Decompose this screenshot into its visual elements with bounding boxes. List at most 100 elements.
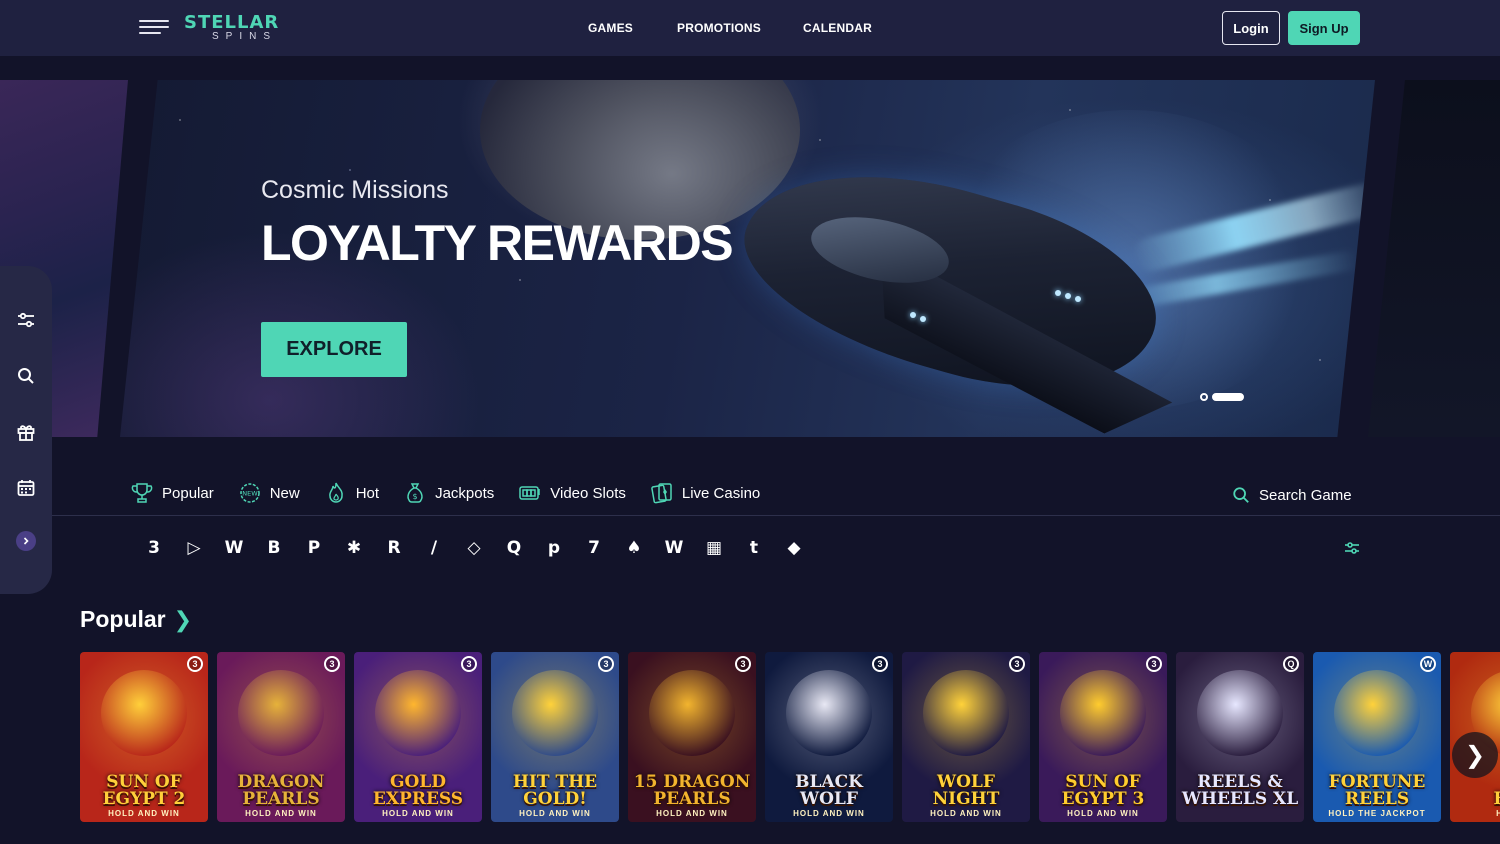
hamburger-menu-icon[interactable] [139,18,169,36]
provider-logo-icon[interactable]: Q [494,538,534,558]
tab-label: Video Slots [550,484,626,502]
provider-badge-icon: 3 [187,656,203,672]
provider-filter-row: 3 ▷ W B P ✱ R / ◇ Qp 7 ♠ W ▦ t ◆ [134,537,814,559]
cards-icon [650,481,674,505]
tab-label: Live Casino [681,484,761,502]
tab-video-slots[interactable]: Video Slots [518,481,626,505]
search-icon [1233,487,1249,503]
game-tile[interactable]: W FORTUNE REELS HOLD THE JACKPOT [1313,652,1441,822]
provider-logo-icon[interactable]: R [374,538,414,558]
game-subtitle: HOLD AND WIN [245,809,317,818]
provider-logo-icon[interactable]: t [734,538,774,558]
provider-logo-icon[interactable]: P [294,538,334,558]
tab-label: Hot [355,484,380,502]
game-title: WOLF NIGHT [932,772,1000,809]
provider-badge-icon: 3 [1146,656,1162,672]
expand-sidebar-button[interactable] [16,531,36,551]
logo-subtext: SPINS [212,31,278,42]
game-tile[interactable]: 3 BLACK WOLF HOLD AND WIN [765,652,893,822]
stellar-spins-logo[interactable]: STELLAR SPINS [184,12,304,44]
tab-popular[interactable]: Popular [130,481,214,505]
slot-machine-icon [518,481,542,505]
game-artwork [375,670,461,756]
nav-games-link[interactable]: GAMES [588,21,633,35]
nav-calendar-link[interactable]: CALENDAR [803,21,872,35]
provider-logo-icon[interactable]: ♠ [614,538,654,558]
game-tile[interactable]: 3 HIT THE GOLD! HOLD AND WIN [491,652,619,822]
game-title: GOLD EXPRESS [372,772,464,809]
search-game-label: Search Game [1259,486,1352,504]
game-tile[interactable]: 3 SUN OF EGYPT 3 HOLD AND WIN [1039,652,1167,822]
game-title: FOR [1493,789,1500,809]
signup-button[interactable]: Sign Up [1288,11,1360,45]
explore-button[interactable]: EXPLORE [261,322,407,377]
game-tile[interactable]: 3 DRAGON PEARLS HOLD AND WIN [217,652,345,822]
tab-live-casino[interactable]: Live Casino [650,481,760,505]
game-subtitle: HOLD AND WIN [1067,809,1139,818]
game-artwork [512,670,598,756]
next-slide-peek[interactable] [1368,80,1500,437]
provider-filter-icon[interactable] [1342,538,1362,558]
category-tabs: Popular NEW New Hot $ Jackpots Video Slo… [130,480,784,506]
game-title: DRAGON PEARLS [237,772,325,809]
game-title: 15 DRAGON PEARLS [633,772,751,809]
game-tile[interactable]: 3 WOLF NIGHT HOLD AND WIN [902,652,1030,822]
game-tile[interactable]: 3 SUN OF EGYPT 2 HOLD AND WIN [80,652,208,822]
hero-subtitle: Cosmic Missions [261,176,449,204]
provider-logo-icon[interactable]: ◇ [454,538,494,558]
provider-logo-icon[interactable]: p [534,538,574,558]
login-button[interactable]: Login [1222,11,1280,45]
game-title: FORTUNE REELS [1328,772,1426,809]
game-subtitle: HOLD AND WIN [930,809,1002,818]
provider-logo-icon[interactable]: B [254,538,294,558]
provider-logo-icon[interactable]: 7 [574,538,614,558]
provider-badge-icon: 3 [598,656,614,672]
provider-badge-icon: 3 [1009,656,1025,672]
tab-new[interactable]: NEW New [238,481,300,505]
filter-icon[interactable] [15,309,37,331]
carousel-next-button[interactable]: ❯ [1452,732,1498,778]
provider-badge-icon: 3 [461,656,477,672]
carousel-dot[interactable] [1200,393,1208,401]
search-game-button[interactable]: Search Game [1232,486,1352,504]
tab-label: New [269,484,300,502]
hero-banner: Cosmic Missions LOYALTY REWARDS EXPLORE [120,80,1375,437]
flame-icon [324,481,348,505]
chevron-right-icon: ❯ [173,606,193,632]
provider-badge-icon: Q [1283,656,1299,672]
game-title: BLACK WOLF [795,772,863,809]
provider-logo-icon[interactable]: ◆ [774,538,814,558]
provider-logo-icon[interactable]: 3 [134,538,174,558]
provider-logo-icon[interactable]: ✱ [334,538,374,558]
game-tile[interactable]: 3 GOLD EXPRESS HOLD AND WIN [354,652,482,822]
game-tile[interactable]: Q REELS & WHEELS XL [1176,652,1304,822]
search-icon[interactable] [15,365,37,387]
carousel-dot-active[interactable] [1212,393,1244,401]
provider-logo-icon[interactable]: / [414,538,454,558]
provider-logo-icon[interactable]: W [654,538,694,558]
game-subtitle: HOLD AND WIN [519,809,591,818]
ship-light [1075,296,1081,302]
tab-label: Jackpots [435,484,495,502]
game-title: REELS & WHEELS XL [1181,772,1299,809]
provider-badge-icon: 3 [872,656,888,672]
provider-logo-icon[interactable]: W [214,538,254,558]
provider-logo-icon[interactable]: ▷ [174,538,214,558]
svg-text:NEW: NEW [242,490,258,498]
ship-light [910,312,916,318]
game-artwork [1197,670,1283,756]
new-badge-icon: NEW [238,481,262,505]
tab-hot[interactable]: Hot [324,481,379,505]
game-subtitle: HOLD AND WIN [793,809,865,818]
provider-logo-icon[interactable]: ▦ [694,538,734,558]
game-tile[interactable]: 3 15 DRAGON PEARLS HOLD AND WIN [628,652,756,822]
carousel-dots [1200,393,1244,401]
trophy-icon [130,481,154,505]
game-subtitle: HOLD THE JACKPOT [1328,809,1426,818]
tab-jackpots[interactable]: $ Jackpots [403,481,494,505]
calendar-icon[interactable] [15,477,37,499]
popular-section-title[interactable]: Popular ❯ [80,606,192,633]
nav-promotions-link[interactable]: PROMOTIONS [677,21,761,35]
gift-icon[interactable] [15,421,37,443]
side-toolbar [0,266,52,594]
